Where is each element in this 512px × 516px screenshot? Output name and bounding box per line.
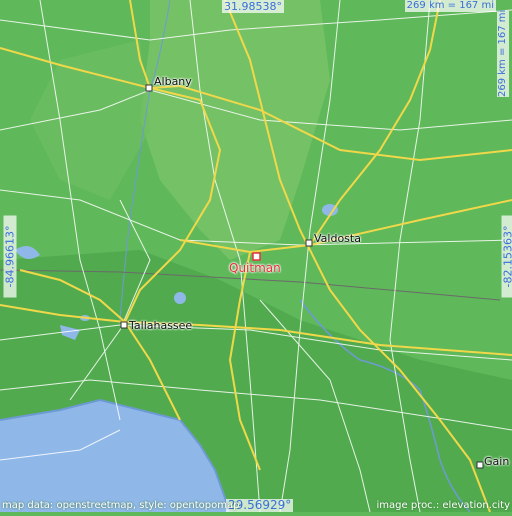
west-bound-label: -84.96613° (4, 216, 17, 298)
city-label-gainesville[interactable]: Gain (484, 456, 509, 468)
east-bound-label: -82.15363° (502, 216, 512, 298)
north-bound-label: 31.98538° (222, 0, 284, 13)
quitman-marker[interactable] (253, 253, 260, 260)
tallahassee-marker[interactable] (121, 322, 127, 328)
city-label-albany[interactable]: Albany (154, 76, 192, 88)
highlighted-city-label[interactable]: Quitman (229, 262, 281, 274)
gainesville-marker[interactable] (477, 462, 483, 468)
valdosta-marker[interactable] (306, 240, 312, 246)
lake (174, 292, 186, 304)
map-attribution: map data: openstreetmap, style: opentopo… (2, 500, 239, 512)
map-canvas[interactable] (0, 0, 512, 512)
horizontal-scale-label: 269 km = 167 mi (405, 0, 496, 12)
city-label-valdosta[interactable]: Valdosta (314, 233, 361, 245)
map-view[interactable]: Albany Valdosta Tallahassee Gain Quitman… (0, 0, 512, 512)
albany-marker[interactable] (146, 85, 152, 91)
image-attribution: image proc.: elevation.city (377, 500, 511, 512)
city-label-tallahassee[interactable]: Tallahassee (129, 320, 192, 332)
vertical-scale-label: 269 km = 167 mi (497, 11, 509, 97)
